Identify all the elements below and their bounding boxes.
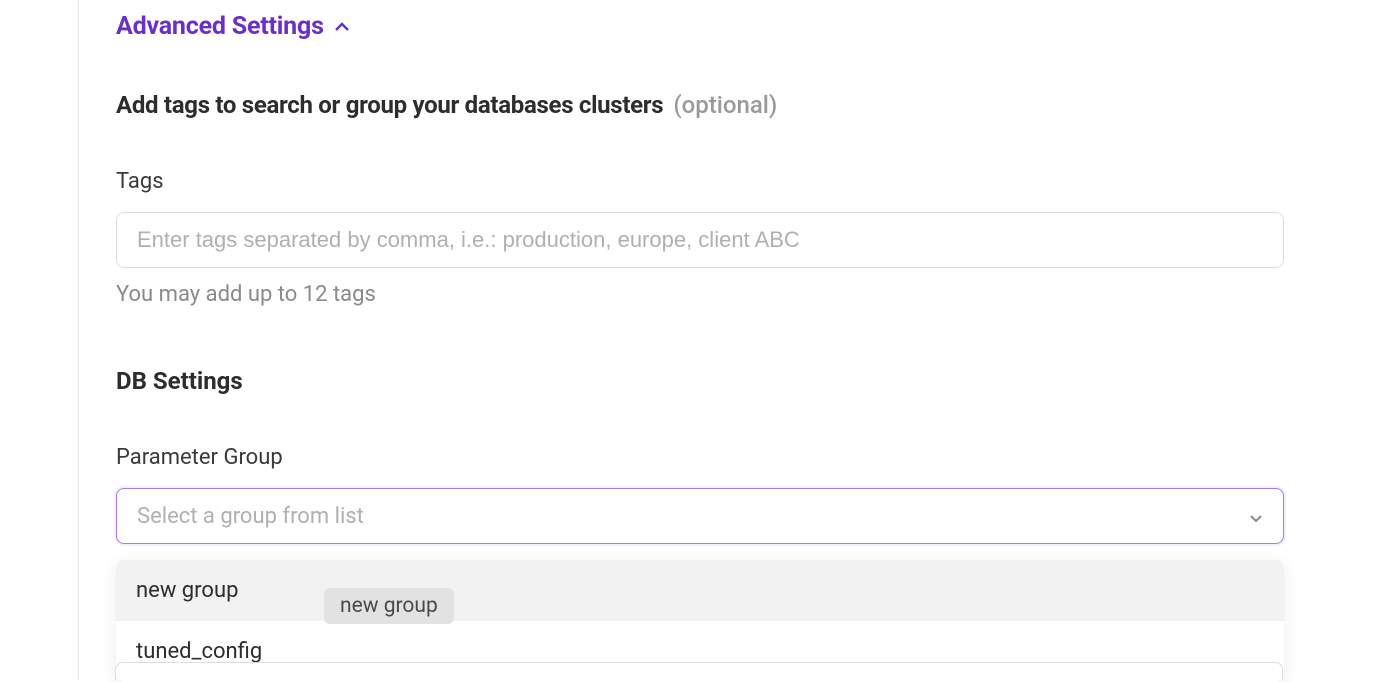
chevron-up-icon bbox=[334, 19, 350, 35]
tags-hint: You may add up to 12 tags bbox=[116, 282, 1288, 307]
tags-input[interactable] bbox=[116, 212, 1284, 268]
next-field-partial bbox=[115, 662, 1283, 680]
chevron-down-icon bbox=[1249, 504, 1263, 529]
advanced-settings-title: Advanced Settings bbox=[116, 12, 324, 41]
db-settings-title: DB Settings bbox=[116, 367, 1288, 395]
parameter-group-placeholder: Select a group from list bbox=[137, 504, 364, 529]
tags-section-heading: Add tags to search or group your databas… bbox=[116, 91, 663, 119]
tags-label: Tags bbox=[116, 169, 1288, 194]
parameter-group-label: Parameter Group bbox=[116, 445, 1288, 470]
optional-label: (optional) bbox=[673, 91, 777, 119]
dropdown-option-new-group[interactable]: new group bbox=[116, 560, 1284, 621]
advanced-settings-toggle[interactable]: Advanced Settings bbox=[116, 12, 1288, 41]
parameter-group-select[interactable]: Select a group from list bbox=[116, 488, 1284, 544]
